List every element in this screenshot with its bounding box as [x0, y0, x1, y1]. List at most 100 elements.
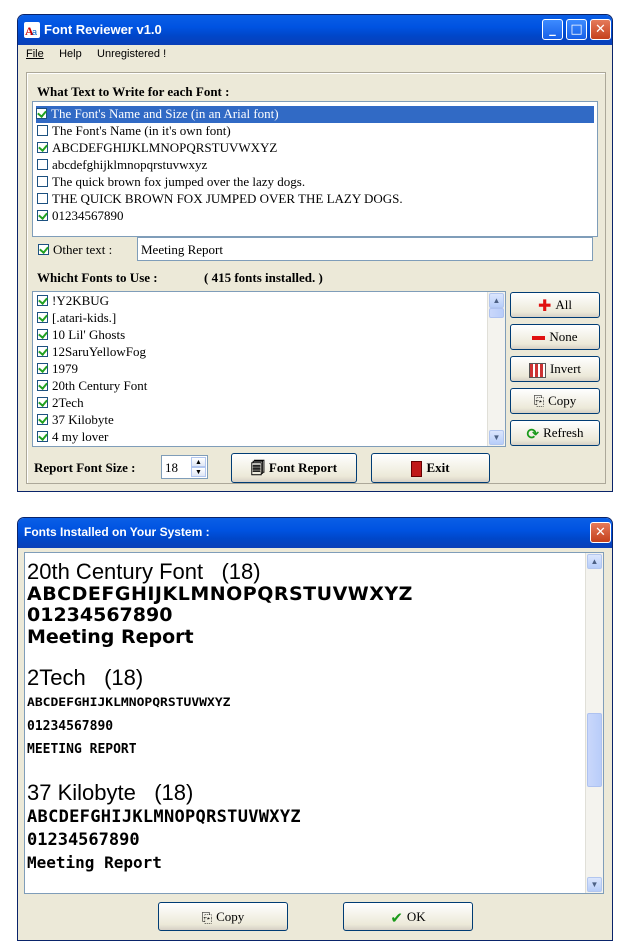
report-window: Fonts Installed on Your System : ✕ 20th … — [17, 517, 613, 941]
copy-icon: ⎘ — [201, 910, 213, 926]
select-all-button[interactable]: ✚ All — [510, 292, 600, 318]
report-font-name: 37 Kilobyte (18) — [27, 780, 194, 805]
copy-icon: ⎘ — [533, 394, 545, 410]
checkbox-icon[interactable] — [37, 397, 48, 408]
checkbox-icon[interactable] — [37, 380, 48, 391]
invert-icon — [528, 362, 546, 378]
checkmark-icon: ✔ — [390, 908, 403, 927]
select-none-button[interactable]: None — [510, 324, 600, 350]
report-sample-line: 01234567890 — [27, 719, 114, 734]
report-sample-line: 01234567890 — [27, 830, 140, 850]
menu-unregistered[interactable]: Unregistered ! — [97, 48, 166, 60]
text-option-row[interactable]: The quick brown fox jumped over the lazy… — [37, 174, 305, 191]
plus-icon: ✚ — [537, 296, 552, 316]
scroll-thumb[interactable] — [489, 308, 504, 318]
main-titlebar[interactable]: Aa Font Reviewer v1.0 _ □ ✕ — [18, 15, 612, 45]
other-text-checkbox[interactable]: Other text : — [38, 242, 112, 258]
font-report-button[interactable]: 🗐 Font Report — [231, 453, 357, 483]
app-icon: Aa — [24, 22, 40, 38]
report-sample-line: ABCDEFGHIJKLMNOPQRSTUVWXYZ — [27, 583, 413, 605]
svg-text:a: a — [32, 27, 37, 37]
refresh-icon: ⟳ — [526, 425, 540, 444]
spin-up-icon[interactable]: ▲ — [191, 457, 206, 467]
checkbox-icon[interactable] — [37, 176, 48, 187]
exit-door-icon — [411, 461, 423, 478]
report-sample-line: ABCDEFGHIJKLMNOPQRSTUVWXYZ — [27, 696, 231, 710]
checkbox-icon[interactable] — [38, 244, 49, 255]
report-titlebar[interactable]: Fonts Installed on Your System : ✕ — [18, 518, 612, 548]
scroll-up-icon[interactable]: ▲ — [489, 293, 504, 308]
other-text-input[interactable]: Meeting Report — [137, 237, 593, 261]
scroll-down-icon[interactable]: ▼ — [587, 877, 602, 892]
refresh-button[interactable]: ⟳ Refresh — [510, 420, 600, 446]
other-text-label: Other text : — [53, 242, 113, 257]
scroll-thumb[interactable] — [587, 713, 602, 787]
maximize-icon[interactable]: □ — [566, 19, 587, 40]
text-option-row[interactable]: ABCDEFGHIJKLMNOPQRSTUVWXYZ — [37, 140, 277, 157]
font-list-item[interactable]: [.atari-kids.] — [37, 310, 116, 327]
checkbox-icon[interactable] — [37, 431, 48, 442]
checkbox-icon[interactable] — [37, 363, 48, 374]
report-sample-line: 01234567890 — [27, 604, 173, 626]
close-icon[interactable]: ✕ — [590, 522, 611, 543]
minimize-icon[interactable]: _ — [542, 19, 563, 40]
menu-help[interactable]: Help — [59, 48, 82, 60]
report-sample-line: MEETING REPORT — [27, 742, 137, 757]
font-list-item[interactable]: !Y2KBUG — [37, 293, 109, 310]
checkbox-icon[interactable] — [37, 142, 48, 153]
menu-file[interactable]: File — [26, 48, 44, 60]
fonts-count: ( 415 fonts installed. ) — [204, 270, 323, 285]
main-window: Aa Font Reviewer v1.0 _ □ ✕ File Help Un… — [17, 14, 613, 492]
report-sample-line: Meeting Report — [27, 853, 162, 872]
other-text-value: Meeting Report — [141, 242, 223, 257]
report-area: 20th Century Font (18) ABCDEFGHIJKLMNOPQ… — [24, 552, 604, 894]
report-sample-line: Meeting Report — [27, 626, 194, 648]
font-list-item[interactable]: 37 Kilobyte — [37, 412, 114, 429]
font-list-item[interactable]: 10 Lil' Ghosts — [37, 327, 125, 344]
report-font-name: 2Tech (18) — [27, 665, 144, 690]
spin-down-icon[interactable]: ▼ — [191, 467, 206, 477]
close-icon[interactable]: ✕ — [590, 19, 611, 40]
checkbox-icon[interactable] — [37, 329, 48, 340]
what-text-label: What Text to Write for each Font : — [37, 84, 230, 99]
report-window-title: Fonts Installed on Your System : — [24, 525, 210, 539]
checkbox-icon[interactable] — [37, 312, 48, 323]
menubar: File Help Unregistered ! — [26, 46, 178, 60]
invert-button[interactable]: Invert — [510, 356, 600, 382]
copy-list-button[interactable]: ⎘ Copy — [510, 388, 600, 414]
checkbox-icon[interactable] — [37, 210, 48, 221]
checkbox-icon[interactable] — [37, 346, 48, 357]
checkbox-icon[interactable] — [37, 414, 48, 425]
ok-button[interactable]: ✔ OK — [343, 902, 473, 931]
font-list-item[interactable]: 12SaruYellowFog — [37, 344, 146, 361]
report-icon: 🗐 — [250, 461, 265, 478]
font-list-item[interactable]: 2Tech — [37, 395, 84, 412]
report-scrollbar[interactable]: ▲ ▼ — [585, 553, 603, 893]
fonts-list: !Y2KBUG [.atari-kids.] 10 Lil' Ghosts 12… — [32, 291, 506, 447]
scroll-down-icon[interactable]: ▼ — [489, 430, 504, 445]
checkbox-icon[interactable] — [36, 108, 47, 119]
minus-icon — [532, 336, 546, 341]
font-size-value: 18 — [165, 460, 178, 475]
report-font-size-label: Report Font Size : — [34, 460, 136, 475]
copy-report-button[interactable]: ⎘ Copy — [158, 902, 288, 931]
text-option-row[interactable]: 01234567890 — [37, 208, 124, 225]
checkbox-icon[interactable] — [37, 295, 48, 306]
font-list-item[interactable]: 20th Century Font — [37, 378, 147, 395]
text-options-list: The Font's Name and Size (in an Arial fo… — [32, 101, 598, 237]
font-list-item[interactable]: 1979 — [37, 361, 78, 378]
font-list-item[interactable]: 4 my lover — [37, 429, 108, 446]
font-size-spinner[interactable]: 18 ▲ ▼ — [161, 455, 208, 479]
text-option-row[interactable]: THE QUICK BROWN FOX JUMPED OVER THE LAZY… — [37, 191, 403, 208]
scroll-up-icon[interactable]: ▲ — [587, 554, 602, 569]
checkbox-icon[interactable] — [37, 193, 48, 204]
text-option-row[interactable]: The Font's Name and Size (in an Arial fo… — [36, 106, 594, 123]
text-option-row[interactable]: The Font's Name (in it's own font) — [37, 123, 231, 140]
checkbox-icon[interactable] — [37, 125, 48, 136]
fonts-scrollbar[interactable]: ▲ ▼ — [487, 292, 505, 446]
checkbox-icon[interactable] — [37, 159, 48, 170]
exit-button[interactable]: Exit — [371, 453, 490, 483]
text-option-row[interactable]: abcdefghijklmnopqrstuvwxyz — [37, 157, 207, 174]
report-sample-line: ABCDEFGHIJKLMNOPQRSTUVWXYZ — [27, 807, 301, 827]
report-font-name: 20th Century Font (18) — [27, 559, 261, 584]
